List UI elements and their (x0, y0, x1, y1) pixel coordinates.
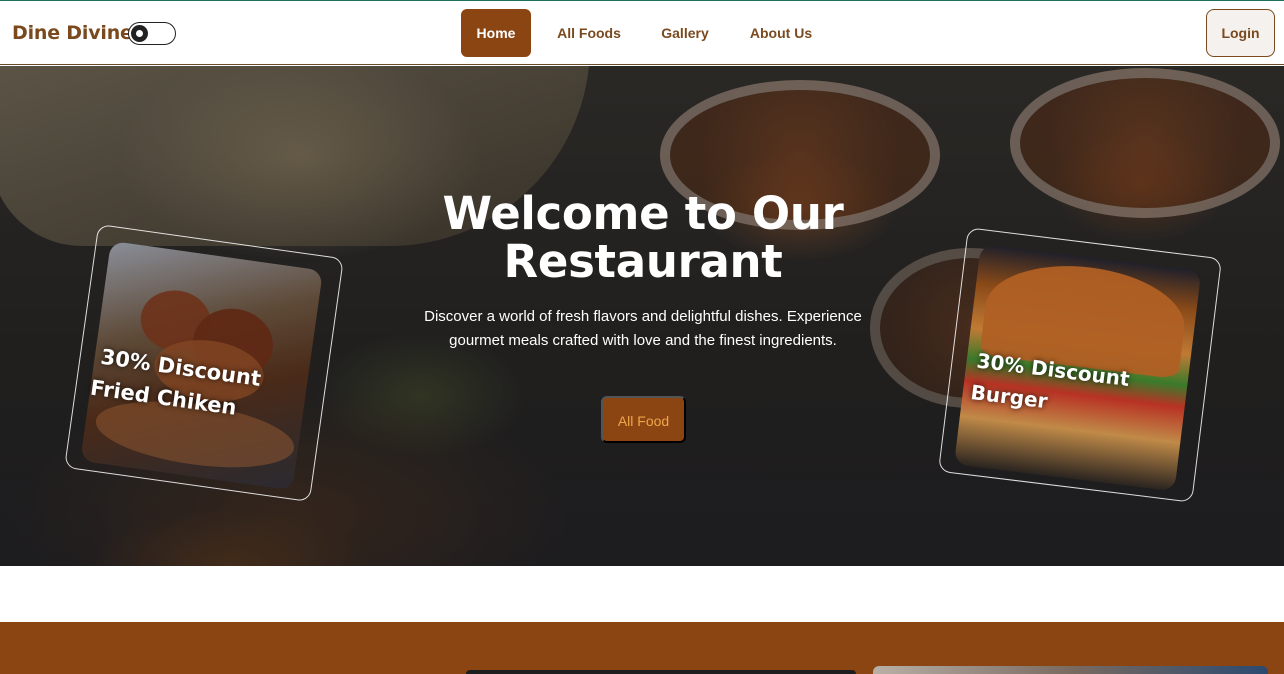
featured-card[interactable] (873, 666, 1268, 674)
nav-link-all-foods[interactable]: All Foods (548, 9, 630, 57)
promo-card-fried-chicken[interactable]: 30% Discount Fried Chiken (64, 223, 344, 503)
nav-link-home[interactable]: Home (461, 9, 531, 57)
brand-logo[interactable]: Dine Divine (12, 22, 133, 44)
promo-card-burger[interactable]: 30% Discount Burger (937, 227, 1223, 503)
hero-title-line-1: Welcome to Our (442, 187, 844, 240)
hero-title-line-2: Restaurant (503, 235, 783, 288)
hero-banner: 30% Discount Fried Chiken 30% Discount B… (0, 66, 1284, 566)
hero-description: Discover a world of fresh flavors and de… (424, 308, 862, 349)
theme-toggle[interactable] (128, 22, 176, 45)
nav-link-about-us[interactable]: About Us (740, 9, 822, 57)
featured-card[interactable] (466, 670, 856, 674)
nav-link-gallery[interactable]: Gallery (651, 9, 719, 57)
navbar: Dine Divine Home All Foods Gallery About… (0, 1, 1284, 65)
toggle-knob-icon (131, 25, 148, 42)
all-food-button[interactable]: All Food (601, 396, 686, 443)
login-button[interactable]: Login (1206, 9, 1275, 57)
hero-title: Welcome to Our Restaurant (408, 190, 878, 286)
